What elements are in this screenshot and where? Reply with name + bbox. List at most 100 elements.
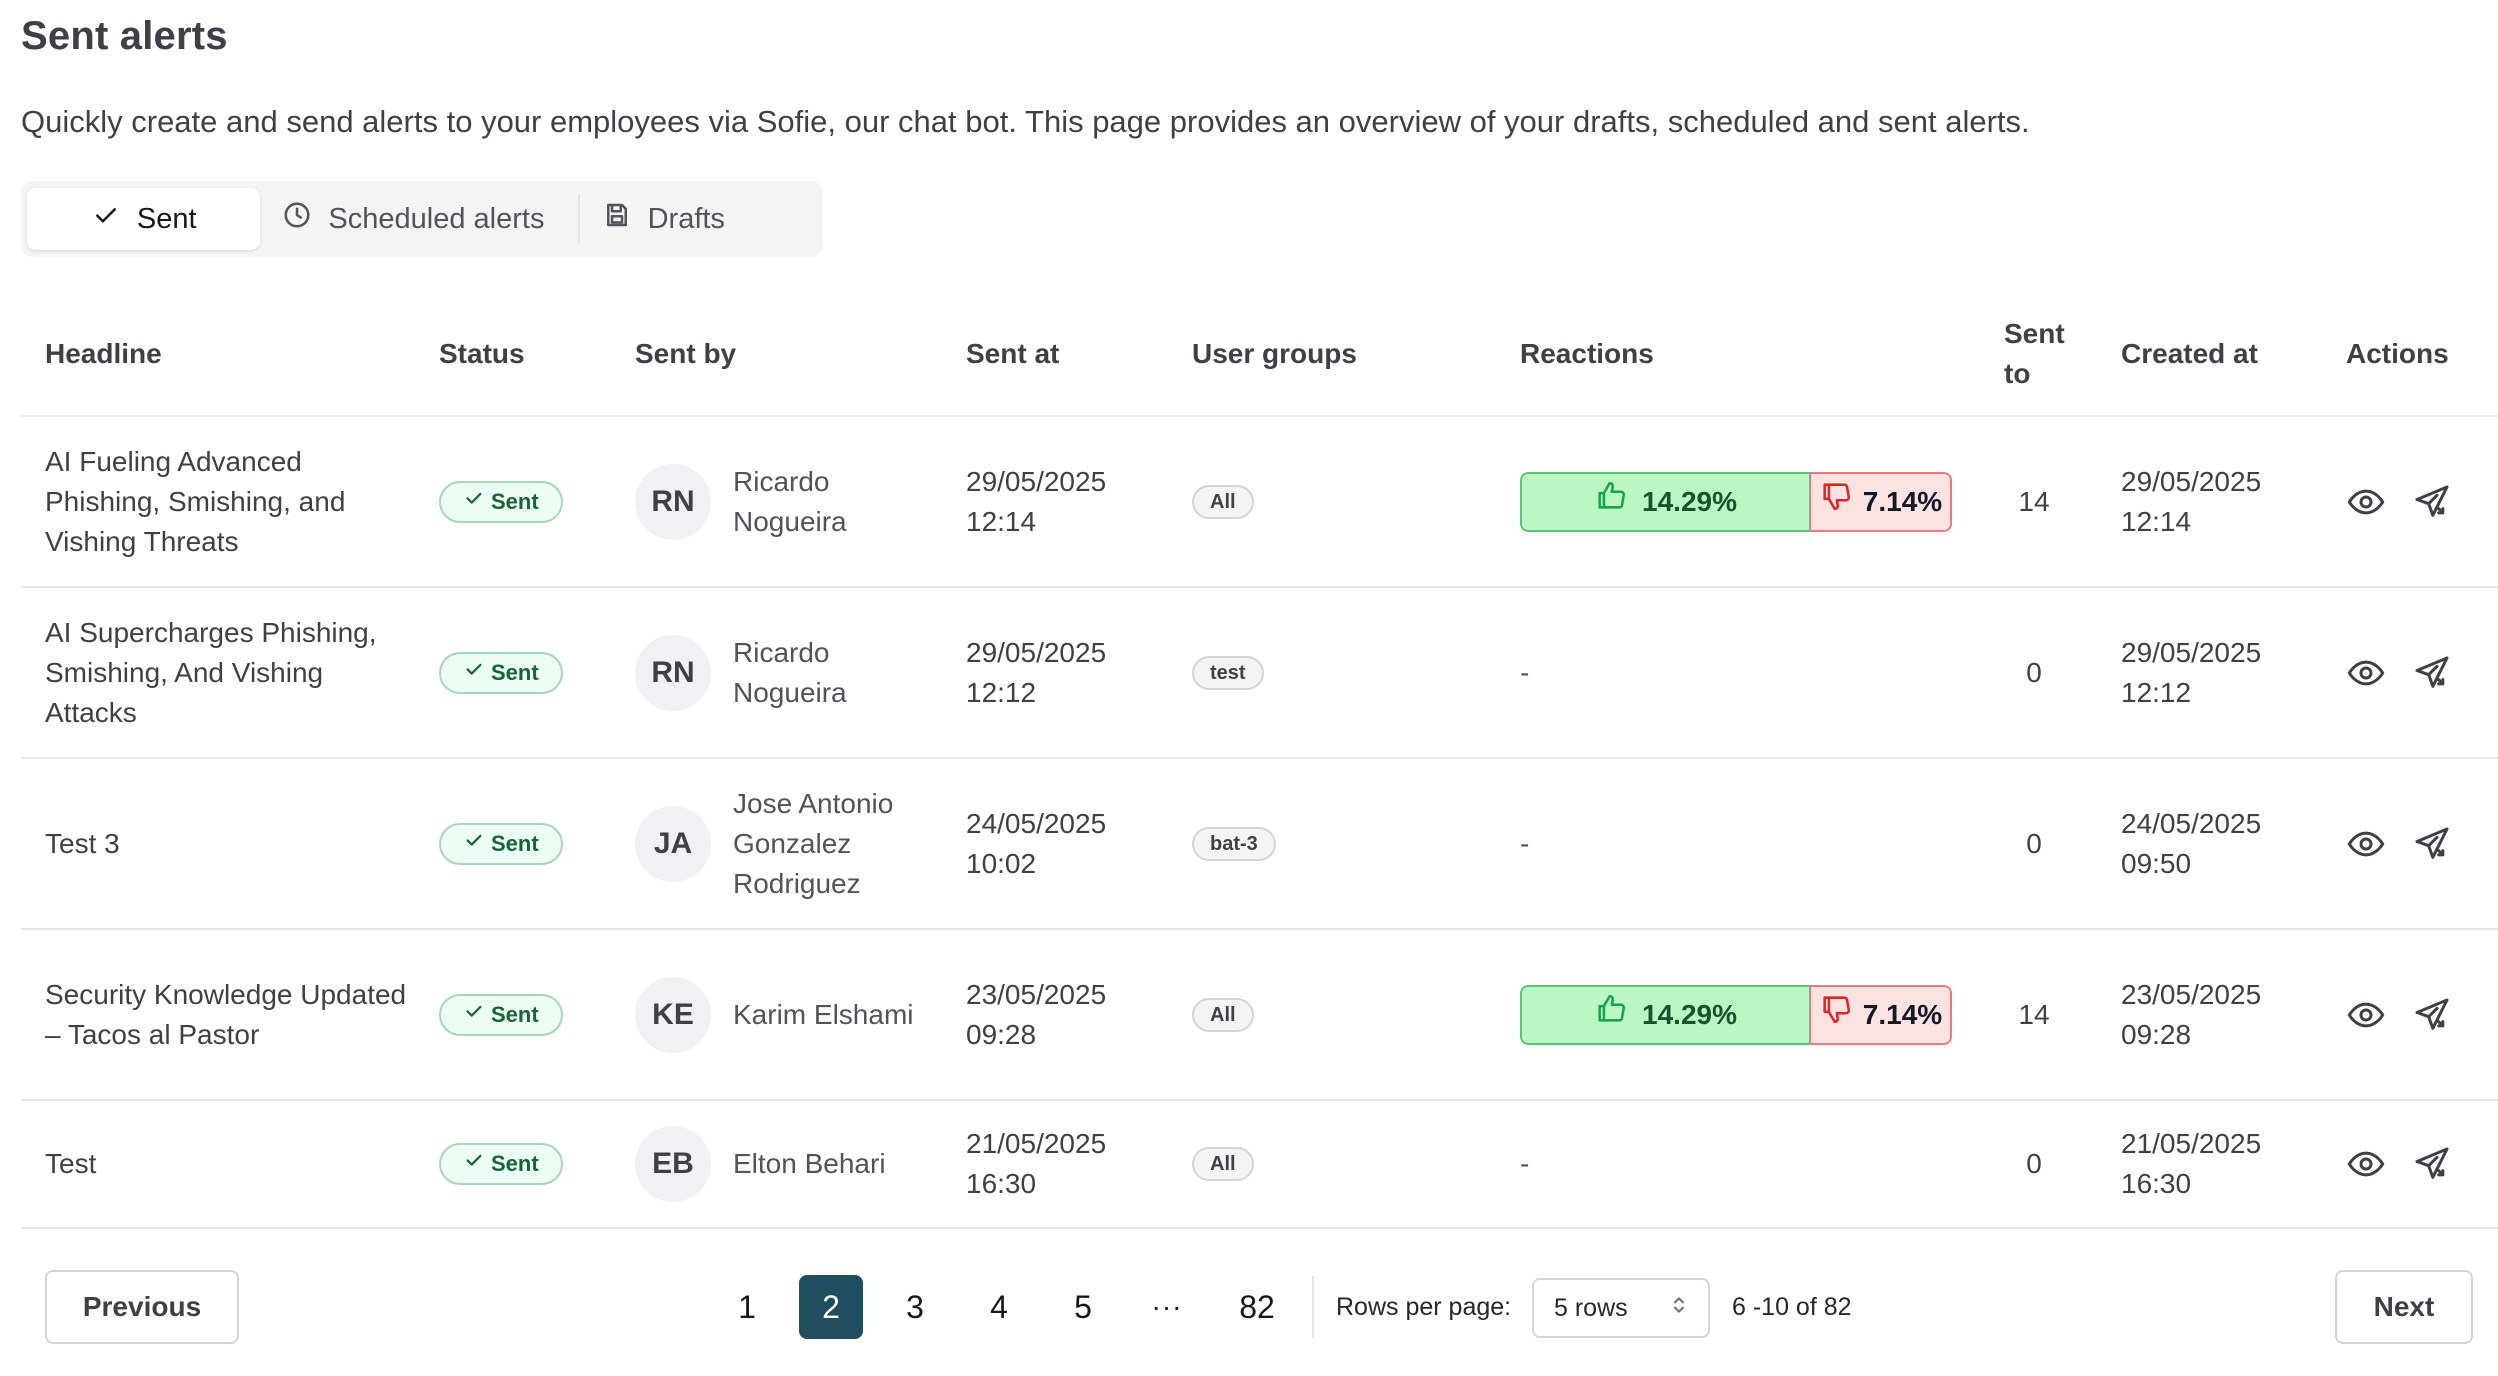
sent-at-date: 24/05/2025: [966, 807, 1107, 839]
check-icon: [463, 482, 485, 522]
status-badge: Sent: [439, 993, 563, 1036]
check-icon: [91, 200, 121, 238]
user-group-pill: bat-3: [1192, 826, 1276, 861]
view-eye-icon[interactable]: [2346, 653, 2386, 693]
view-eye-icon[interactable]: [2346, 824, 2386, 864]
header-created-at[interactable]: Created at: [2121, 290, 2258, 417]
sent-at-time: 09:28: [966, 1018, 1037, 1050]
rows-per-page-value: 5 rows: [1554, 1293, 1628, 1322]
tab-scheduled-alerts[interactable]: Scheduled alerts: [260, 188, 577, 250]
pagination: Previous 1 2 3 4 5 ··· 82 Rows per page:…: [0, 1270, 2498, 1344]
created-date: 24/05/2025: [2121, 807, 2262, 839]
cell-headline[interactable]: Security Knowledge Updated – Tacos al Pa…: [45, 930, 415, 1099]
cell-headline[interactable]: AI Supercharges Phishing, Smishing, And …: [45, 588, 415, 757]
tab-sent[interactable]: Sent: [27, 188, 261, 250]
check-icon: [463, 653, 485, 693]
page-ellipsis[interactable]: ···: [1135, 1275, 1199, 1339]
header-reactions[interactable]: Reactions: [1520, 290, 1654, 417]
header-sent-to[interactable]: Sent to: [2004, 290, 2065, 417]
view-eye-icon[interactable]: [2346, 995, 2386, 1035]
previous-button[interactable]: Previous: [45, 1270, 239, 1344]
cell-reactions: 14.29% 7.14%: [1520, 417, 1952, 586]
page-1[interactable]: 1: [715, 1275, 779, 1339]
resend-send-icon[interactable]: [2412, 482, 2452, 522]
resend-send-icon[interactable]: [2412, 824, 2452, 864]
created-date: 21/05/2025: [2121, 1128, 2262, 1159]
sender-name: Karim Elshami: [733, 998, 914, 1030]
header-status[interactable]: Status: [439, 290, 525, 417]
reaction-negative: 7.14%: [1809, 984, 1952, 1045]
reaction-negative: 7.14%: [1809, 471, 1952, 532]
cell-sent-to: 14: [2018, 998, 2050, 1030]
page-3[interactable]: 3: [883, 1275, 947, 1339]
view-eye-icon[interactable]: [2346, 1144, 2386, 1184]
cell-status: Sent: [439, 759, 563, 928]
cell-headline[interactable]: AI Fueling Advanced Phishing, Smishing, …: [45, 417, 415, 586]
page-4[interactable]: 4: [967, 1275, 1031, 1339]
header-sent-by[interactable]: Sent by: [635, 290, 736, 417]
cell-headline[interactable]: Test: [45, 1101, 415, 1227]
reaction-negative-value: 7.14%: [1862, 998, 1943, 1030]
sent-at-date: 29/05/2025: [966, 465, 1107, 497]
cell-actions: [2346, 930, 2452, 1099]
sent-at-date: 29/05/2025: [966, 636, 1107, 668]
header-headline[interactable]: Headline: [45, 290, 162, 417]
created-time: 09:50: [2121, 847, 2192, 879]
cell-user-groups: All: [1192, 930, 1254, 1099]
status-badge: Sent: [439, 651, 563, 694]
tab-label: Sent: [136, 202, 197, 235]
pagination-range: 6 -10 of 82: [1732, 1292, 1852, 1321]
header-sent-at[interactable]: Sent at: [966, 290, 1059, 417]
check-icon: [463, 1144, 485, 1184]
header-sent-to-line2: to: [2004, 357, 2031, 389]
reaction-empty: -: [1520, 656, 1530, 688]
resend-send-icon[interactable]: [2412, 995, 2452, 1035]
resend-send-icon[interactable]: [2412, 653, 2452, 693]
cell-created-at: 29/05/2025 12:14: [2121, 417, 2321, 586]
cell-sent-at: 23/05/2025 09:28: [966, 930, 1166, 1099]
cell-user-groups: All: [1192, 417, 1254, 586]
clock-icon: [282, 200, 312, 238]
page-5[interactable]: 5: [1051, 1275, 1115, 1339]
header-user-groups[interactable]: User groups: [1192, 290, 1357, 417]
table-row: AI Fueling Advanced Phishing, Smishing, …: [21, 417, 2498, 588]
thumbs-down-icon: [1819, 992, 1853, 1037]
table-row: Test Sent EB Elton Behari 21/05/2025 16:30 All…: [21, 1101, 2498, 1229]
tab-label: Drafts: [647, 202, 725, 235]
resend-send-icon[interactable]: [2412, 1144, 2452, 1184]
check-icon: [463, 995, 485, 1035]
page-last[interactable]: 82: [1219, 1275, 1295, 1339]
alerts-table: Headline Status Sent by Sent at User gro…: [21, 290, 2498, 1229]
cell-headline[interactable]: Test 3: [45, 759, 415, 928]
rows-per-page-label: Rows per page:: [1336, 1292, 1512, 1321]
reaction-positive: 14.29%: [1520, 471, 1809, 532]
avatar: RN: [635, 463, 711, 540]
cell-created-at: 29/05/2025 12:12: [2121, 588, 2321, 757]
rows-per-page-select[interactable]: 5 rows: [1532, 1278, 1710, 1338]
cell-user-groups: bat-3: [1192, 759, 1276, 928]
cell-status: Sent: [439, 1101, 563, 1227]
header-actions: Actions: [2346, 337, 2449, 369]
page-2-current[interactable]: 2: [799, 1275, 863, 1339]
reaction-empty: -: [1520, 1148, 1530, 1179]
next-button[interactable]: Next: [2335, 1270, 2473, 1344]
cell-sent-to: 0: [2026, 1148, 2042, 1179]
reaction-empty: -: [1520, 827, 1530, 859]
status-label: Sent: [491, 488, 539, 514]
view-eye-icon[interactable]: [2346, 482, 2386, 522]
cell-reactions: -: [1520, 759, 1529, 928]
floppy-disk-icon: [602, 200, 632, 238]
thumbs-up-icon: [1594, 479, 1628, 524]
sent-at-date: 21/05/2025: [966, 1128, 1107, 1159]
created-time: 16:30: [2121, 1168, 2192, 1199]
page-numbers: 1 2 3 4 5 ··· 82: [715, 1270, 1295, 1344]
sender-name: Jose Antonio Gonzalez Rodriguez: [733, 787, 894, 899]
avatar: KE: [635, 976, 711, 1053]
cell-sent-to: 14: [2018, 485, 2050, 517]
status-label: Sent: [491, 659, 539, 685]
page: Sent alerts Quickly create and send aler…: [0, 0, 2498, 1376]
table-row: AI Supercharges Phishing, Smishing, And …: [21, 588, 2498, 759]
table-row: Security Knowledge Updated – Tacos al Pa…: [21, 930, 2498, 1101]
tab-drafts[interactable]: Drafts: [577, 194, 817, 244]
cell-status: Sent: [439, 417, 563, 586]
